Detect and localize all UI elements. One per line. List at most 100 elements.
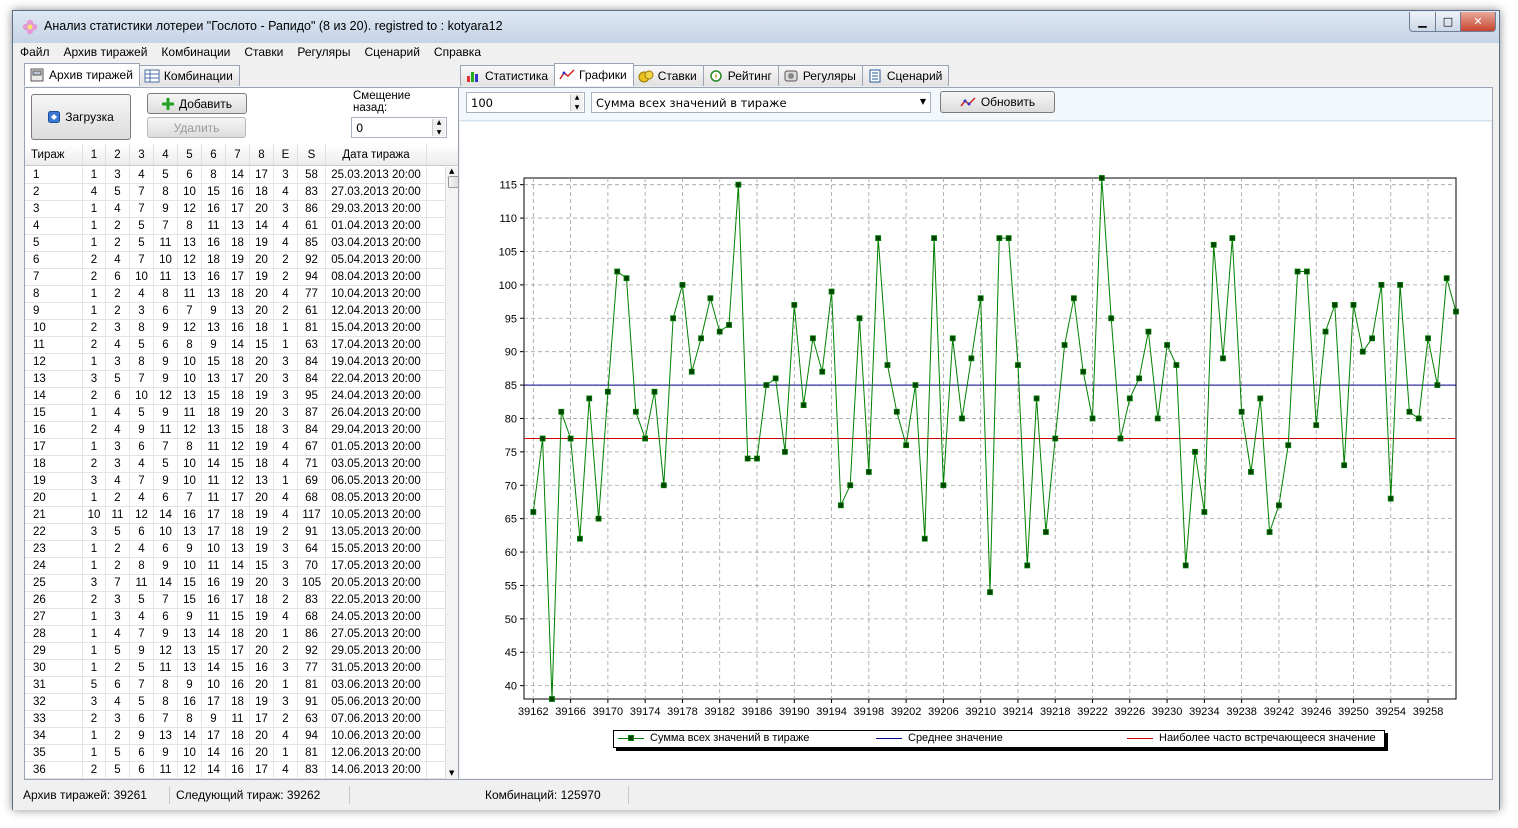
table-row[interactable]: 18 2 3 4 5 10 14 15 18 4 71 03.05.2013 20:00 (25, 456, 445, 473)
tab-combinations[interactable]: Комбинации (138, 65, 240, 86)
table-row[interactable]: 5 1 2 5 11 13 16 18 19 4 85 03.04.2013 20:00 (25, 235, 445, 252)
table-row[interactable]: 15 1 4 5 9 11 18 19 20 3 87 26.04.2013 20:00 (25, 405, 445, 422)
table-cell: 19 (250, 609, 274, 625)
table-row[interactable]: 1 1 3 4 5 6 8 14 17 3 58 25.03.2013 20:00 (25, 167, 445, 184)
table-row[interactable]: 32 3 4 5 8 16 17 18 19 3 91 05.06.2013 20:00 (25, 694, 445, 711)
chart-legend: Сумма всех значений в тираже Среднее зна… (613, 730, 1385, 748)
table-cell: 13 (226, 541, 250, 557)
table-row[interactable]: 7 2 6 10 11 13 16 17 19 2 94 08.04.2013 20:00 (25, 269, 445, 286)
table-cell: 13.05.2013 20:00 (326, 524, 427, 540)
table-cell: 11 (25, 337, 83, 353)
table-cell: 10 (178, 371, 202, 387)
column-header[interactable]: 8 (250, 144, 274, 165)
table-cell: 4 (274, 762, 298, 778)
table-row[interactable]: 24 1 2 8 9 10 11 14 15 3 70 17.05.2013 20:00 (25, 558, 445, 575)
menu-bets[interactable]: Ставки (237, 43, 290, 62)
sum-series-point (1257, 395, 1264, 402)
tab-graphs[interactable]: Графики (554, 63, 634, 86)
tab-archive[interactable]: Архив тиражей (24, 63, 140, 86)
delete-button[interactable]: Удалить (147, 117, 246, 138)
count-spinner[interactable]: ▲ ▼ (570, 94, 583, 111)
table-cell: 3 (83, 371, 106, 387)
table-row[interactable]: 19 3 4 7 9 10 11 12 13 1 69 06.05.2013 20:00 (25, 473, 445, 490)
table-row[interactable]: 13 3 5 7 9 10 13 17 20 3 84 22.04.2013 20:00 (25, 371, 445, 388)
sum-series-point (1005, 235, 1012, 242)
table-row[interactable]: 4 1 2 5 7 8 11 13 14 4 61 01.04.2013 20:00 (25, 218, 445, 235)
table-cell: 3 (274, 694, 298, 710)
sum-series-point (1089, 415, 1096, 422)
tab-statistics[interactable]: Статистика (460, 65, 556, 86)
column-header[interactable]: Тираж (25, 144, 83, 165)
scroll-down-icon[interactable]: ▼ (449, 769, 454, 777)
table-row[interactable]: 30 1 2 5 11 13 14 15 16 3 77 31.05.2013 20:00 (25, 660, 445, 677)
load-button[interactable]: Загрузка (31, 94, 131, 140)
tab-regulars[interactable]: Регуляры (777, 65, 863, 86)
table-row[interactable]: 36 2 5 6 11 12 14 16 17 4 83 14.06.2013 20:00 (25, 762, 445, 779)
table-row[interactable]: 10 2 3 8 9 12 13 16 18 1 81 15.04.2013 20:00 (25, 320, 445, 337)
offset-input[interactable]: 0 ▲ ▼ (351, 117, 447, 138)
menu-archive[interactable]: Архив тиражей (57, 43, 155, 62)
table-row[interactable]: 21 10 11 12 14 16 17 18 19 4 117 10.05.2013 20:00 (25, 507, 445, 524)
title-bar[interactable]: Анализ статистики лотереи "Гослото - Рап… (13, 11, 1499, 43)
table-cell: 35 (25, 745, 83, 761)
table-row[interactable]: 11 2 4 5 6 8 9 14 15 1 63 17.04.2013 20:00 (25, 337, 445, 354)
table-row[interactable]: 9 1 2 3 6 7 9 13 20 2 61 12.04.2013 20:00 (25, 303, 445, 320)
tab-rating[interactable]: Рейтинг (702, 65, 779, 86)
table-row[interactable]: 34 1 2 9 13 14 17 18 20 4 94 10.06.2013 20:00 (25, 728, 445, 745)
scroll-up-icon[interactable]: ▲ (449, 167, 454, 175)
table-row[interactable]: 16 2 4 9 11 12 13 15 18 3 84 29.04.2013 20:00 (25, 422, 445, 439)
column-header[interactable]: 2 (106, 144, 130, 165)
table-row[interactable]: 17 1 3 6 7 8 11 12 19 4 67 01.05.2013 20:00 (25, 439, 445, 456)
table-cell: 13 (178, 626, 202, 642)
table-row[interactable]: 31 5 6 7 8 9 10 16 20 1 81 03.06.2013 20:00 (25, 677, 445, 694)
table-row[interactable]: 25 3 7 11 14 15 16 19 20 3 105 20.05.2013 20:00 (25, 575, 445, 592)
table-row[interactable]: 12 1 3 8 9 10 15 18 20 3 84 19.04.2013 20:00 (25, 354, 445, 371)
count-input[interactable]: 100 ▲ ▼ (466, 92, 585, 113)
column-header[interactable]: S (298, 144, 326, 165)
column-header[interactable]: 5 (178, 144, 202, 165)
column-header[interactable]: 7 (226, 144, 250, 165)
tab-scenario[interactable]: Сценарий (861, 65, 950, 86)
add-button[interactable]: Добавить (147, 93, 247, 114)
refresh-button[interactable]: Обновить (940, 91, 1055, 113)
table-row[interactable]: 8 1 2 4 8 11 13 18 20 4 77 10.04.2013 20:00 (25, 286, 445, 303)
column-header[interactable]: Дата тиража (326, 144, 427, 165)
tab-bets[interactable]: Ставки (632, 65, 704, 86)
table-row[interactable]: 28 1 4 7 9 13 14 18 20 1 86 27.05.2013 20:00 (25, 626, 445, 643)
table-row[interactable]: 35 1 5 6 9 10 14 16 20 1 81 12.06.2013 20:00 (25, 745, 445, 762)
table-row[interactable]: 33 2 3 6 7 8 9 11 17 2 63 07.06.2013 20:00 (25, 711, 445, 728)
table-row[interactable]: 22 3 5 6 10 13 17 18 19 2 91 13.05.2013 20:00 (25, 524, 445, 541)
spin-down-icon: ▼ (436, 129, 442, 136)
table-row[interactable]: 20 1 2 4 6 7 11 17 20 4 68 08.05.2013 20:00 (25, 490, 445, 507)
table-cell: 84 (298, 422, 326, 438)
table-row[interactable]: 23 1 2 4 6 9 10 13 19 3 64 15.05.2013 20:00 (25, 541, 445, 558)
menu-regulars[interactable]: Регуляры (290, 43, 357, 62)
table-row[interactable]: 29 1 5 9 12 13 15 17 20 2 92 29.05.2013 20:00 (25, 643, 445, 660)
column-header[interactable]: 1 (83, 144, 106, 165)
table-row[interactable]: 26 2 3 5 7 15 16 17 18 2 83 22.05.2013 20:00 (25, 592, 445, 609)
table-row[interactable]: 3 1 4 7 9 12 16 17 20 3 86 29.03.2013 20:00 (25, 201, 445, 218)
menu-scenario[interactable]: Сценарий (357, 43, 426, 62)
table-cell: 7 (25, 269, 83, 285)
close-button[interactable]: ✕ (1460, 12, 1496, 32)
table-cell: 6 (154, 541, 178, 557)
table-row[interactable]: 27 1 3 4 6 9 11 15 19 4 68 24.05.2013 20:00 (25, 609, 445, 626)
column-header[interactable]: 3 (130, 144, 154, 165)
table-cell: 16 (178, 694, 202, 710)
table-cell: 16 (202, 235, 226, 251)
maximize-button[interactable]: □ (1435, 12, 1461, 32)
series-select[interactable]: Сумма всех значений в тираже ▼ (591, 92, 931, 113)
menu-help[interactable]: Справка (427, 43, 488, 62)
minimize-button[interactable]: ▁ (1409, 12, 1436, 32)
column-header[interactable]: 4 (154, 144, 178, 165)
table-row[interactable]: 6 2 4 7 10 12 18 19 20 2 92 05.04.2013 20:00 (25, 252, 445, 269)
column-header[interactable]: E (274, 144, 298, 165)
offset-spinner[interactable]: ▲ ▼ (432, 119, 445, 136)
table-row[interactable]: 14 2 6 10 12 13 15 18 19 3 95 24.04.2013 20:00 (25, 388, 445, 405)
table-row[interactable]: 2 4 5 7 8 10 15 16 18 4 83 27.03.2013 20:00 (25, 184, 445, 201)
table-cell: 117 (298, 507, 326, 523)
table-cell: 3 (274, 405, 298, 421)
column-header[interactable]: 6 (202, 144, 226, 165)
menu-file[interactable]: Файл (13, 43, 57, 62)
menu-combinations[interactable]: Комбинации (154, 43, 237, 62)
